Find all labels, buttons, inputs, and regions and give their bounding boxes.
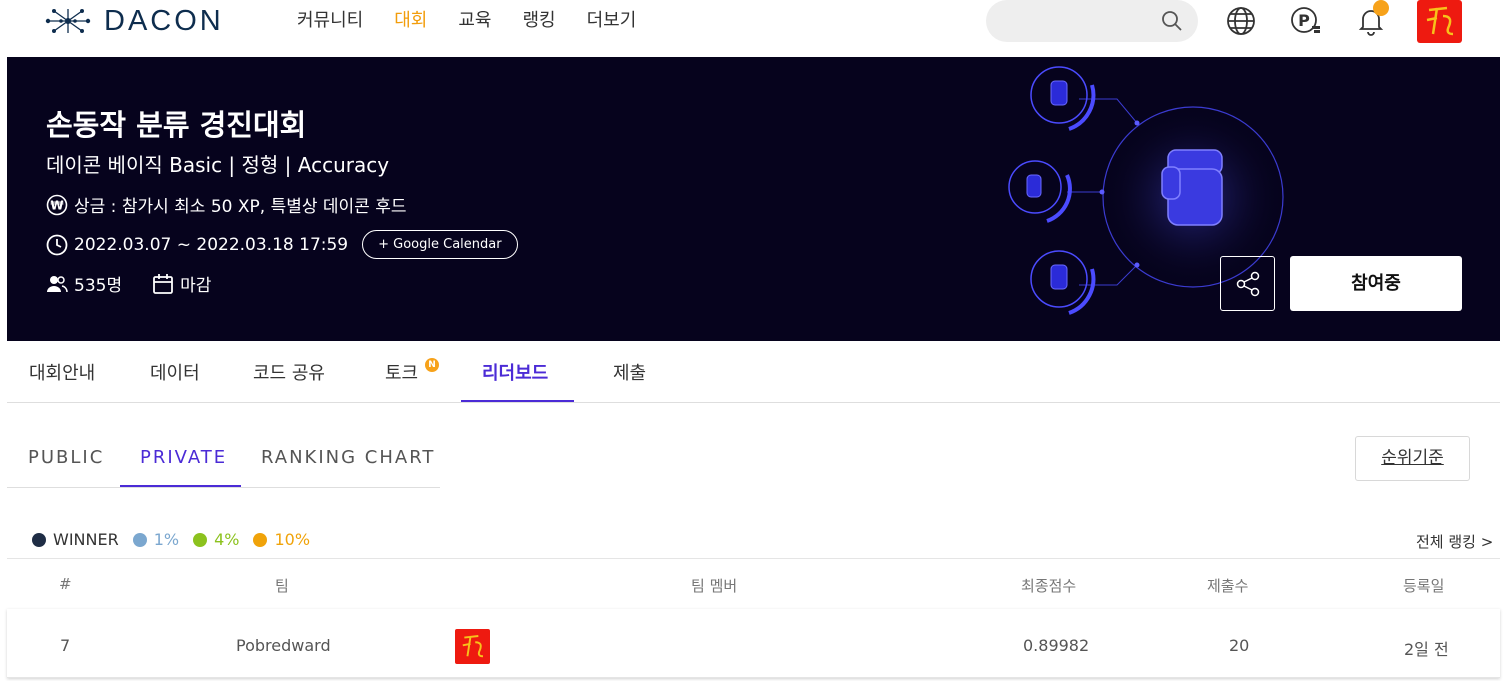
row-date: 2일 전: [1404, 640, 1449, 659]
tab-submit[interactable]: 제출: [613, 359, 646, 385]
dacon-logo-icon: [45, 9, 91, 33]
top-navigation: DACON 커뮤니티 대회 교육 랭킹 더보기 P: [0, 0, 1505, 44]
col-submissions: 제출수: [1207, 577, 1249, 595]
all-ranking-link[interactable]: 전체 랭킹 >: [1416, 531, 1493, 552]
subtab-ranking-chart[interactable]: RANKING CHART: [261, 447, 435, 468]
period-row: 2022.03.07 ~ 2022.03.18 17:59 + Google C…: [46, 230, 518, 259]
tab-overview[interactable]: 대회안내: [29, 359, 95, 385]
tab-talk[interactable]: 토크: [385, 359, 418, 385]
legend-dot: [253, 532, 268, 547]
leaderboard-subtabs: PUBLIC PRIVATE RANKING CHART: [7, 431, 440, 488]
subtab-public[interactable]: PUBLIC: [28, 447, 104, 468]
legend-1pct: 1%: [132, 530, 180, 549]
legend-winner: WINNER: [32, 530, 119, 549]
share-icon: [1236, 271, 1260, 297]
dacon-logo[interactable]: DACON: [44, 4, 224, 38]
calendar-icon: [153, 273, 173, 294]
search-icon[interactable]: [1160, 9, 1184, 33]
active-subtab-indicator: [120, 485, 241, 487]
row-team[interactable]: Pobredward: [236, 636, 331, 655]
svg-text:₩: ₩: [50, 198, 64, 212]
tab-data[interactable]: 데이터: [150, 359, 200, 385]
avatar-glyph-icon: [1426, 6, 1454, 36]
svg-text:P: P: [1298, 11, 1310, 30]
main-menu: 커뮤니티 대회 교육 랭킹 더보기: [297, 8, 667, 34]
row-submissions: 20: [1229, 636, 1250, 655]
new-badge: N: [425, 358, 439, 372]
competition-banner: 손동작 분류 경진대회 데이콘 베이직 Basic | 정형 | Accurac…: [7, 57, 1500, 341]
point-icon[interactable]: P: [1290, 5, 1322, 37]
legend-label: 1%: [153, 530, 180, 549]
tab-code-share[interactable]: 코드 공유: [253, 359, 325, 385]
globe-icon[interactable]: [1225, 5, 1257, 37]
competition-tabs: 대회안내 데이터 코드 공유 토크 N 리더보드 제출: [7, 343, 1500, 403]
user-avatar[interactable]: [1417, 0, 1462, 43]
legend-label: 10%: [274, 530, 311, 549]
active-tab-indicator: [461, 400, 574, 402]
row-rank: 7: [60, 636, 71, 655]
clock-icon: [46, 234, 68, 255]
prize-icon: ₩: [46, 194, 68, 215]
tier-legend: WINNER 1% 4% 10%: [32, 530, 324, 549]
participant-count: 535명: [74, 276, 123, 296]
col-members: 팀 멤버: [691, 577, 738, 595]
period-text: 2022.03.07 ~ 2022.03.18 17:59: [74, 234, 349, 255]
competition-status: 마감: [180, 276, 212, 296]
share-button[interactable]: [1220, 256, 1275, 311]
col-score: 최종점수: [1021, 577, 1077, 595]
notification-badge: [1373, 0, 1389, 16]
prize-text: 상금 : 참가시 최소 50 XP, 특별상 데이콘 후드: [74, 197, 407, 217]
nav-more[interactable]: 더보기: [587, 8, 637, 34]
legend-10pct: 10%: [253, 530, 310, 549]
nav-education[interactable]: 교육: [458, 8, 491, 34]
nav-community[interactable]: 커뮤니티: [297, 8, 363, 34]
subtab-private[interactable]: PRIVATE: [140, 447, 227, 468]
member-avatar[interactable]: [455, 629, 490, 664]
competition-subtitle: 데이콘 베이직 Basic | 정형 | Accuracy: [46, 153, 390, 177]
avatar-glyph-icon: [462, 635, 484, 658]
col-rank: #: [59, 575, 72, 593]
brand-name: DACON: [104, 4, 224, 37]
legend-label: 4%: [214, 530, 240, 549]
join-button[interactable]: 참여중: [1290, 256, 1462, 311]
legend-label: WINNER: [53, 530, 119, 549]
legend-4pct: 4%: [193, 530, 239, 549]
legend-dot: [32, 532, 46, 547]
prize-row: ₩ 상금 : 참가시 최소 50 XP, 특별상 데이콘 후드: [46, 192, 407, 217]
nav-ranking[interactable]: 랭킹: [523, 8, 556, 34]
nav-competition[interactable]: 대회: [394, 8, 427, 34]
google-calendar-button[interactable]: + Google Calendar: [362, 230, 518, 259]
table-row[interactable]: 7 Pobredward 0.89982 20 2일 전: [7, 609, 1500, 678]
search-input[interactable]: [986, 0, 1198, 42]
col-date: 등록일: [1403, 577, 1445, 595]
competition-title: 손동작 분류 경진대회: [46, 108, 307, 142]
people-icon: [47, 275, 68, 292]
tab-leaderboard[interactable]: 리더보드: [482, 359, 548, 385]
legend-dot: [193, 532, 208, 547]
legend-dot: [132, 532, 147, 547]
leaderboard-header: # 팀 팀 멤버 최종점수 제출수 등록일: [7, 558, 1500, 608]
meta-row: 535명 마감: [46, 271, 211, 296]
row-score: 0.89982: [1023, 636, 1090, 655]
col-team: 팀: [275, 577, 289, 595]
ranking-criteria-button[interactable]: 순위기준: [1355, 436, 1470, 481]
